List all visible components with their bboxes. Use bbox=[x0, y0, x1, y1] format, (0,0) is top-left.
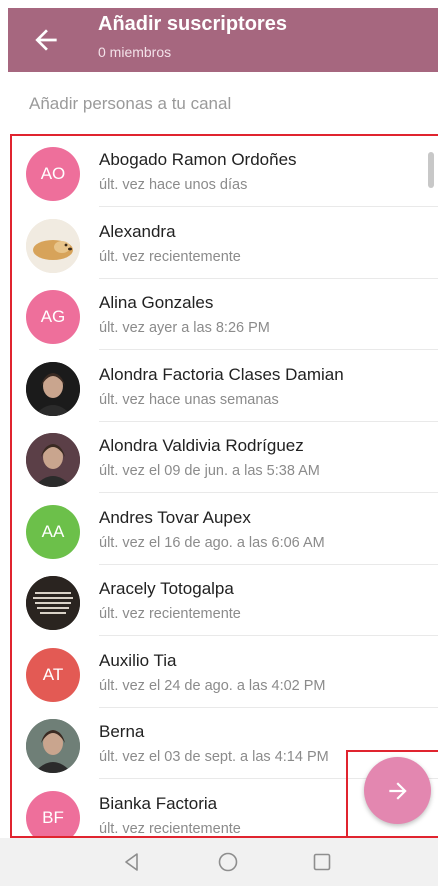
avatar-initials: AT bbox=[42, 664, 64, 684]
contact-name: Berna bbox=[99, 722, 145, 741]
last-seen-status: últ. vez recientemente bbox=[99, 248, 241, 265]
list-item[interactable]: Alondra Valdivia Rodríguez últ. vez el 09… bbox=[12, 422, 438, 493]
contact-name: Bianka Factoria bbox=[99, 793, 218, 813]
list-item[interactable]: AA Andres Tovar Aupex últ. vez el 16 de ag… bbox=[12, 494, 438, 565]
contact-name: Andres Tovar Aupex bbox=[99, 507, 251, 527]
recents-square-icon bbox=[313, 853, 331, 871]
contact-name: Auxilio Tia bbox=[99, 650, 177, 670]
list-item[interactable]: Alondra Factoria Clases Damian últ. vez h… bbox=[12, 351, 438, 422]
nav-back-button[interactable] bbox=[120, 850, 144, 874]
last-seen-status: últ. vez ayer a las 8:26 PM bbox=[99, 320, 270, 336]
last-seen-status: últ. vez el 24 de ago. a las 4:02 PM bbox=[99, 677, 326, 694]
contact-list[interactable]: AO Abogado Ramon Ordoñes últ. vez hace uno… bbox=[10, 134, 438, 838]
list-item[interactable]: AT Auxilio Tia últ. vez el 24 de ago. a la… bbox=[12, 637, 438, 708]
avatar-initials: AA bbox=[41, 521, 65, 541]
arrow-left-icon bbox=[35, 29, 57, 51]
last-seen-status: últ. vez hace unos días bbox=[99, 177, 248, 193]
arrow-right-icon bbox=[388, 781, 407, 800]
dog-photo-icon bbox=[26, 218, 80, 273]
next-button[interactable] bbox=[364, 757, 431, 824]
page-title: Añadir suscriptores bbox=[98, 13, 287, 35]
last-seen-status: últ. vez recientemente bbox=[99, 606, 241, 622]
avatar: AO bbox=[26, 147, 80, 201]
avatar: AA bbox=[26, 504, 80, 559]
contact-name: Abogado Ramon Ordoñes bbox=[99, 150, 297, 169]
app-bar: Añadir suscriptores 0 miembros bbox=[8, 8, 438, 72]
list-item[interactable]: Aracely Totogalpa últ. vez recientemente bbox=[12, 565, 438, 636]
contact-name: Alondra Factoria Clases Damian bbox=[99, 364, 344, 384]
avatar-initials: AO bbox=[40, 164, 66, 183]
quote-photo-icon bbox=[26, 576, 80, 630]
contact-name: Alexandra bbox=[99, 221, 176, 241]
list-item[interactable]: AO Abogado Ramon Ordoñes últ. vez hace uno… bbox=[12, 136, 438, 207]
list-item[interactable]: Alexandra últ. vez recientemente bbox=[12, 208, 438, 279]
system-navigation-bar bbox=[0, 838, 438, 886]
nav-recents-button[interactable] bbox=[310, 850, 334, 874]
contact-name: Aracely Totogalpa bbox=[99, 579, 234, 598]
last-seen-status: últ. vez el 03 de sept. a las 4:14 PM bbox=[99, 749, 329, 765]
avatar: AG bbox=[26, 290, 80, 344]
back-button[interactable] bbox=[30, 24, 62, 56]
search-input[interactable] bbox=[29, 90, 419, 118]
list-item[interactable]: AG Alina Gonzales últ. vez ayer a las 8:26… bbox=[12, 279, 438, 350]
nav-home-button[interactable] bbox=[216, 850, 240, 874]
last-seen-status: últ. vez el 16 de ago. a las 6:06 AM bbox=[99, 534, 325, 551]
scrollbar[interactable] bbox=[428, 152, 434, 188]
portrait-photo-icon bbox=[26, 719, 80, 773]
last-seen-status: últ. vez hace unas semanas bbox=[99, 391, 279, 408]
home-circle-icon bbox=[218, 852, 238, 872]
avatar: BF bbox=[26, 790, 80, 836]
back-triangle-icon bbox=[125, 853, 138, 871]
contact-name: Alina Gonzales bbox=[99, 293, 214, 312]
avatar-initials: AG bbox=[40, 307, 66, 326]
avatar-initials: BF bbox=[42, 807, 64, 827]
portrait-photo-icon bbox=[26, 361, 80, 416]
search-area bbox=[0, 72, 438, 134]
member-count: 0 miembros bbox=[98, 44, 172, 60]
last-seen-status: últ. vez recientemente bbox=[99, 820, 241, 837]
last-seen-status: últ. vez el 09 de jun. a las 5:38 AM bbox=[99, 463, 320, 479]
avatar: AT bbox=[26, 647, 80, 702]
portrait-photo-icon bbox=[26, 433, 80, 487]
contact-name: Alondra Valdivia Rodríguez bbox=[99, 436, 304, 455]
